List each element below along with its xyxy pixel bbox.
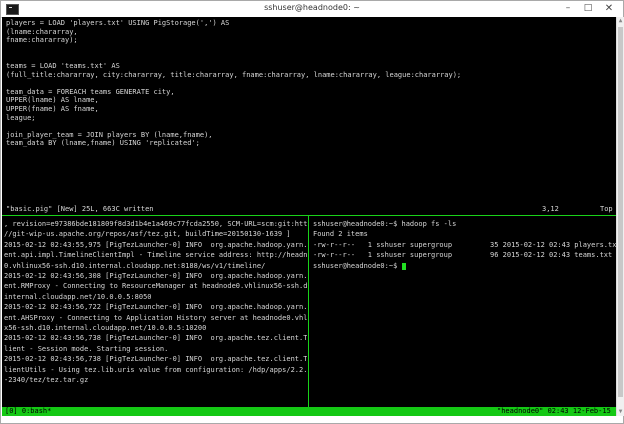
vim-text-line: UPPER(lname) AS lname, [6,96,99,105]
terminal-area[interactable]: players = LOAD 'players.txt' USING PigSt… [2,17,616,416]
scroll-down-arrow-icon[interactable]: ▼ [617,408,624,416]
log-line: 2015-02-12 02:43:56,308 [PigTezLauncher-… [4,272,307,280]
log-line: 2015-02-12 02:43:56,738 [PigTezLauncher-… [4,355,307,364]
shell-pane[interactable]: sshuser@headnode0:~$ hadoop fs -ls Found … [310,217,616,407]
scrollbar-thumb[interactable] [618,27,623,397]
vim-text-line: players = LOAD 'players.txt' USING PigSt… [6,19,230,27]
vim-text-line: teams = LOAD 'teams.txt' AS [6,62,120,70]
log-line: ent.RMProxy - Connecting to ResourceMana… [4,282,307,291]
window-bottom-edge [2,416,623,423]
vim-text-line: (lname:chararray, [6,27,78,36]
vim-text-line: team_data BY (lname,fname) USING 'replic… [6,139,200,148]
shell-output-line: -rw-r--r-- 1 sshuser supergroup 96 2015-… [313,251,613,260]
scroll-up-arrow-icon[interactable]: ▲ [617,17,624,25]
log-line: lientUtils - Using tez.lib.uris value fr… [4,365,307,374]
log-line: ent.api.impl.TimelineClientImpl - Timeli… [4,251,307,260]
shell-output-line: -rw-r--r-- 1 sshuser supergroup 35 2015-… [313,240,616,249]
log-line: lient - Session mode. Starting session. [4,344,169,353]
log-line: ent.AHSProxy - Connecting to Application… [4,313,307,322]
log-line: x56-ssh.d10.internal.cloudapp.net/10.0.0… [4,324,207,332]
vim-scroll-indicator: Top [600,205,613,213]
window-title: sshuser@headnode0: ~ [264,3,360,12]
minimize-button[interactable]: – [559,2,577,15]
vim-status-message: "basic.pig" [New] 25L, 663C written [6,205,154,213]
log-line: internal.cloudapp.net/10.0.0.5:8050 [4,292,152,301]
maximize-button[interactable]: □ [579,2,597,15]
vim-cursor-position: 3,12 [542,205,559,213]
tmux-host-clock: "headnode0" 02:43 12-Feb-15 [497,407,611,415]
vim-text-line: fname:chararray); [6,36,78,45]
log-line: , revision=e97386bde181809f8d3d1b4e1a469… [4,220,307,228]
terminal-window: sshuser@headnode0: ~ – □ ✕ players = LOA… [0,0,624,424]
vim-text-line: join_player_team = JOIN players BY (lnam… [6,130,213,139]
pig-log-pane[interactable]: , revision=e97386bde181809f8d3d1b4e1a469… [2,217,307,407]
tmux-window-list[interactable]: [0] 0:bash* [5,407,51,416]
shell-prompt-line[interactable]: sshuser@headnode0:~$ [313,261,406,271]
log-line: -2340/tez/tez.tar.gz [4,376,89,384]
title-bar[interactable]: sshuser@headnode0: ~ – □ ✕ [1,1,623,18]
terminal-cursor [401,262,406,270]
shell-prompt: sshuser@headnode0:~$ [313,261,402,270]
shell-output-line: sshuser@headnode0:~$ hadoop fs -ls [313,220,457,228]
close-button[interactable]: ✕ [600,2,618,15]
shell-output-line: Found 2 items [313,230,368,239]
log-line: 2015-02-12 02:43:56,738 [PigTezLauncher-… [4,334,307,343]
vim-text-line: (full_title:chararray, city:chararray, t… [6,70,462,79]
vertical-scrollbar[interactable]: ▲ ▼ [616,17,624,416]
log-line: 0.vhlinux56-ssh.d10.internal.cloudapp.ne… [4,261,266,270]
log-line: //git-wip-us.apache.org/repos/asf/tez.gi… [4,230,291,239]
vim-editor-pane[interactable]: players = LOAD 'players.txt' USING PigSt… [2,17,616,215]
pane-divider-vertical[interactable] [308,216,309,407]
log-line: 2015-02-12 02:43:55,975 [PigTezLauncher-… [4,240,307,249]
vim-text-line: UPPER(fname) AS fname, [6,105,99,113]
log-line: 2015-02-12 02:43:56,722 [PigTezLauncher-… [4,303,307,312]
tmux-status-bar: [0] 0:bash* "headnode0" 02:43 12-Feb-15 [2,407,616,416]
pane-divider-horizontal[interactable] [2,215,616,216]
vim-status-line: "basic.pig" [New] 25L, 663C written 3,12… [2,205,616,214]
vim-text-line: league; [6,113,36,122]
vim-text-line: team_data = FOREACH teams GENERATE city, [6,87,175,96]
